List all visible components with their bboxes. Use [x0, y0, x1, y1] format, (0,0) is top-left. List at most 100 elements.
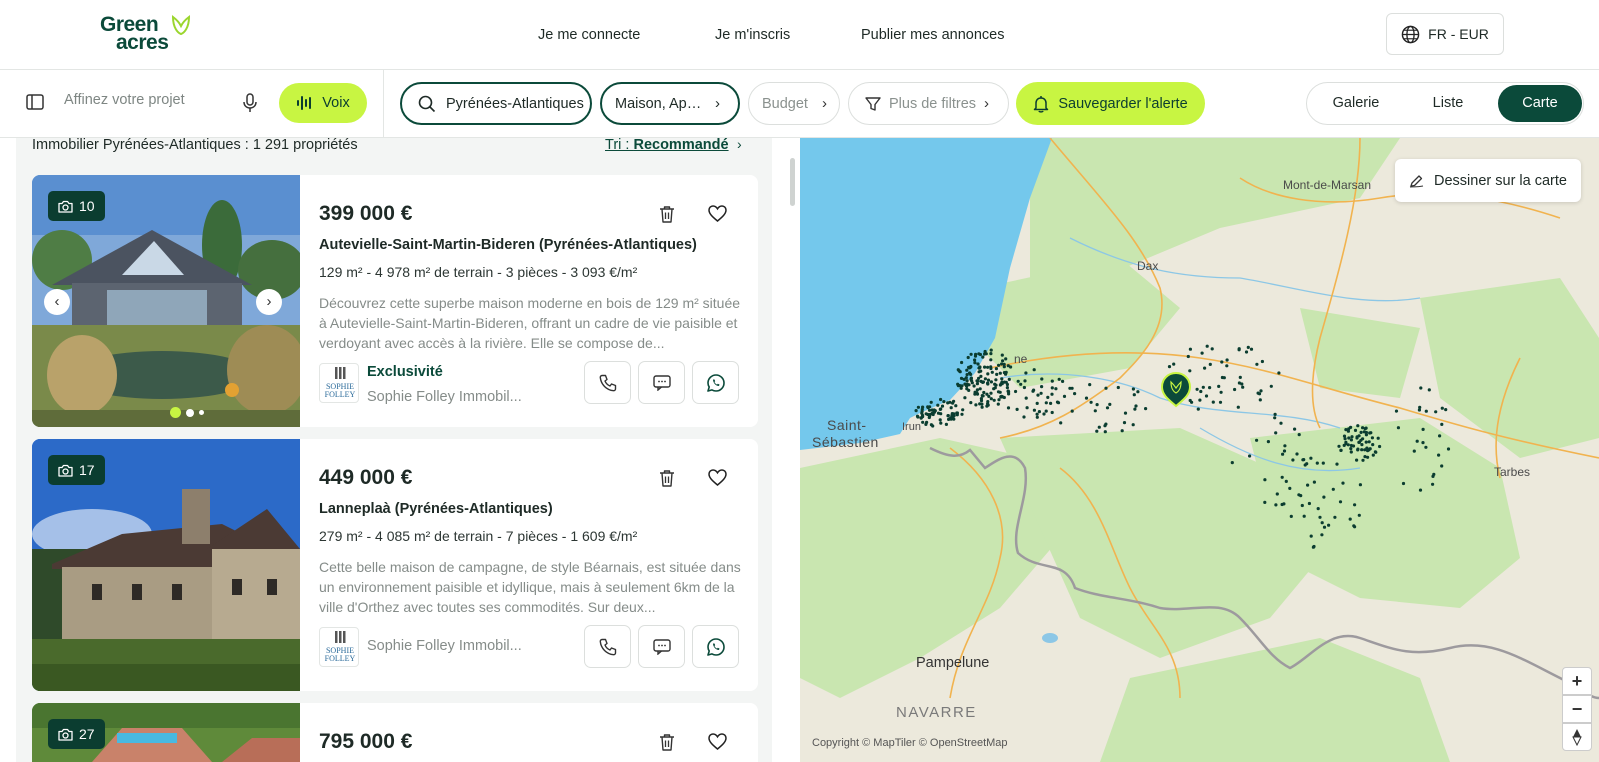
- property-marker-dot[interactable]: [1316, 507, 1320, 511]
- property-marker-dot[interactable]: [1120, 429, 1124, 433]
- property-marker-dot[interactable]: [1366, 455, 1370, 459]
- property-marker-dot[interactable]: [1440, 406, 1444, 410]
- greenacres-logo[interactable]: Green acres: [100, 14, 200, 54]
- property-marker-dot[interactable]: [1318, 515, 1322, 519]
- property-marker-dot[interactable]: [999, 395, 1003, 399]
- property-marker-dot[interactable]: [1059, 421, 1063, 425]
- property-marker-dot[interactable]: [1339, 448, 1343, 452]
- property-marker-dot[interactable]: [1236, 405, 1240, 409]
- property-marker-dot[interactable]: [1284, 479, 1288, 483]
- agency-name[interactable]: Sophie Folley Immobil...: [367, 638, 522, 654]
- listing-photo[interactable]: 10 ‹ ›: [32, 175, 300, 427]
- trash-icon[interactable]: [659, 733, 675, 751]
- property-marker-dot[interactable]: [1116, 385, 1120, 390]
- property-marker-dot[interactable]: [1089, 400, 1093, 404]
- property-marker-dot[interactable]: [981, 355, 985, 359]
- property-marker-dot[interactable]: [1360, 443, 1364, 447]
- property-marker-dot[interactable]: [1356, 448, 1360, 452]
- property-marker-dot[interactable]: [978, 387, 982, 391]
- property-marker-dot[interactable]: [949, 406, 953, 410]
- property-marker-dot[interactable]: [1273, 412, 1277, 416]
- property-marker-dot[interactable]: [1103, 424, 1107, 428]
- property-marker-dot[interactable]: [1331, 487, 1335, 491]
- property-marker-dot[interactable]: [985, 392, 989, 396]
- property-marker-dot[interactable]: [978, 365, 982, 369]
- property-marker-dot[interactable]: [927, 415, 931, 420]
- call-button[interactable]: [584, 625, 631, 668]
- property-marker-dot[interactable]: [1040, 377, 1044, 381]
- property-marker-dot[interactable]: [939, 407, 943, 411]
- property-marker-dot[interactable]: [1002, 380, 1007, 384]
- property-marker-dot[interactable]: [1198, 398, 1202, 402]
- property-marker-dot[interactable]: [1039, 391, 1043, 395]
- voice-search-button[interactable]: Voix: [279, 83, 367, 123]
- property-marker-dot[interactable]: [1440, 422, 1444, 426]
- map-view[interactable]: Mont-de-Marsan Dax ne Saint- Sébastien I…: [800, 138, 1599, 762]
- property-marker-dot[interactable]: [1246, 345, 1250, 349]
- property-marker-dot[interactable]: [1172, 362, 1176, 366]
- property-marker-dot[interactable]: [1167, 365, 1172, 369]
- property-marker-dot[interactable]: [1005, 382, 1009, 387]
- property-marker-dot[interactable]: [1263, 500, 1267, 504]
- whatsapp-button[interactable]: [692, 361, 739, 404]
- property-marker-dot[interactable]: [1002, 365, 1006, 369]
- property-type-filter[interactable]: Maison, Appartement ›: [600, 82, 740, 125]
- property-marker-dot[interactable]: [1249, 347, 1254, 351]
- property-marker-dot[interactable]: [1366, 449, 1370, 453]
- property-marker-dot[interactable]: [1123, 411, 1128, 415]
- property-marker-dot[interactable]: [1282, 449, 1287, 453]
- property-marker-dot[interactable]: [1427, 388, 1431, 392]
- property-marker-dot[interactable]: [1097, 425, 1101, 429]
- property-marker-dot[interactable]: [1007, 377, 1011, 381]
- property-marker-dot[interactable]: [1131, 423, 1135, 427]
- pagination-dot-active[interactable]: [170, 407, 181, 418]
- property-marker-dot[interactable]: [1349, 425, 1353, 429]
- property-marker-dot[interactable]: [1363, 448, 1367, 452]
- property-marker-dot[interactable]: [996, 402, 1000, 406]
- property-marker-dot[interactable]: [989, 391, 993, 395]
- property-marker-dot[interactable]: [997, 363, 1001, 367]
- property-marker-dot[interactable]: [1211, 400, 1215, 404]
- property-marker-dot[interactable]: [986, 400, 990, 404]
- property-marker-dot[interactable]: [1244, 350, 1249, 354]
- property-marker-dot[interactable]: [1195, 387, 1199, 391]
- property-marker-dot[interactable]: [989, 397, 993, 401]
- property-marker-dot[interactable]: [1277, 371, 1281, 375]
- property-marker-dot[interactable]: [976, 379, 980, 383]
- property-marker-dot[interactable]: [1297, 433, 1301, 437]
- property-marker-dot[interactable]: [1208, 386, 1212, 390]
- property-marker-dot[interactable]: [1035, 401, 1039, 405]
- property-marker-dot[interactable]: [963, 382, 967, 386]
- property-marker-dot[interactable]: [1269, 384, 1273, 388]
- property-marker-dot[interactable]: [960, 384, 964, 388]
- property-marker-dot[interactable]: [960, 360, 964, 365]
- property-marker-dot[interactable]: [1208, 362, 1212, 366]
- property-marker-dot[interactable]: [1359, 438, 1363, 442]
- property-marker-dot[interactable]: [983, 377, 987, 381]
- property-marker-dot[interactable]: [1440, 464, 1444, 468]
- property-marker-dot[interactable]: [940, 404, 945, 408]
- property-marker-dot[interactable]: [1050, 379, 1054, 383]
- property-marker-dot[interactable]: [1309, 456, 1313, 460]
- property-marker-dot[interactable]: [1218, 400, 1223, 404]
- property-marker-dot[interactable]: [1258, 398, 1262, 402]
- property-marker-dot[interactable]: [1103, 430, 1107, 434]
- property-marker-dot[interactable]: [977, 370, 981, 374]
- property-marker-dot[interactable]: [986, 365, 990, 369]
- property-marker-dot[interactable]: [980, 394, 984, 398]
- property-marker-dot[interactable]: [972, 384, 976, 388]
- property-marker-dot[interactable]: [986, 378, 991, 382]
- property-marker-dot[interactable]: [1219, 390, 1223, 394]
- refine-project-input[interactable]: Affinez votre projet: [64, 92, 185, 108]
- property-marker-dot[interactable]: [1259, 389, 1263, 393]
- property-marker-dot[interactable]: [1281, 452, 1285, 456]
- property-marker-dot[interactable]: [939, 421, 943, 425]
- property-marker-dot[interactable]: [1015, 407, 1019, 411]
- property-marker-dot[interactable]: [1424, 445, 1428, 449]
- property-marker-dot[interactable]: [1419, 386, 1423, 390]
- property-marker-dot[interactable]: [1364, 440, 1368, 444]
- property-marker-dot[interactable]: [1188, 347, 1192, 351]
- property-marker-dot[interactable]: [969, 401, 973, 405]
- property-marker-dot[interactable]: [925, 420, 929, 424]
- property-marker-dot[interactable]: [974, 403, 978, 407]
